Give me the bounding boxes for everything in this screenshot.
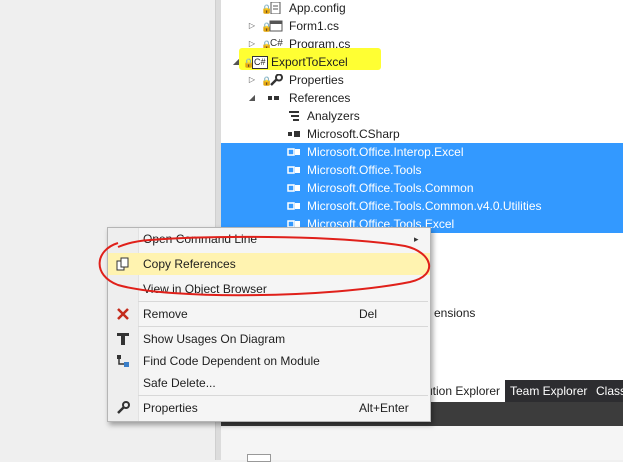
tree-item-label: ExportToExcel xyxy=(271,55,348,69)
context-menu: Open Command Line ▸ Copy References View… xyxy=(107,227,431,422)
tree-item-app-config[interactable]: 🔒 App.config xyxy=(221,0,623,17)
menu-separator xyxy=(138,395,428,396)
menu-item-find-code-dependent[interactable]: Find Code Dependent on Module xyxy=(108,350,430,372)
tree-item-office-tools-common[interactable]: Microsoft.Office.Tools.Common xyxy=(221,179,623,197)
tree-item-form1[interactable]: ▷ 🔒 Form1.cs xyxy=(221,17,623,35)
collapse-arrow-icon[interactable]: ◢ xyxy=(247,89,257,107)
tree-item-label: Properties xyxy=(289,73,344,87)
tree-item-properties[interactable]: ▷ 🔒 Properties xyxy=(221,71,623,89)
collapse-arrow-icon[interactable]: ◢ xyxy=(231,53,241,71)
tree-item-label: Microsoft.Office.Tools.Common.v4.0.Utili… xyxy=(307,199,542,213)
wrench-icon xyxy=(117,401,130,414)
assembly-icon xyxy=(287,202,300,210)
analyzer-icon xyxy=(289,111,299,121)
assembly-icon xyxy=(288,131,300,137)
menu-item-view-in-object-browser[interactable]: View in Object Browser xyxy=(108,278,430,300)
menu-item-properties[interactable]: Properties Alt+Enter xyxy=(108,397,430,419)
assembly-icon xyxy=(287,148,300,156)
menu-item-label: Open Command Line xyxy=(143,232,258,246)
menu-item-safe-delete[interactable]: Safe Delete... xyxy=(108,372,430,394)
menu-item-label: Find Code Dependent on Module xyxy=(143,354,320,368)
menu-item-shortcut: Alt+Enter xyxy=(359,401,409,415)
tree-item-office-interop-excel[interactable]: Microsoft.Office.Interop.Excel xyxy=(221,143,623,161)
csharp-project-icon: C# xyxy=(252,56,268,69)
partial-tree-label: ensions xyxy=(434,306,476,320)
expand-arrow-icon[interactable]: ▷ xyxy=(247,71,257,89)
menu-item-shortcut: Del xyxy=(359,307,378,321)
tree-item-label: Analyzers xyxy=(307,109,360,123)
properties-toolbar-button[interactable] xyxy=(247,454,271,462)
menu-item-remove[interactable]: Remove Del xyxy=(108,303,430,325)
dependency-icon xyxy=(117,355,129,367)
tree-item-export-to-excel[interactable]: ◢ 🔒 C# ExportToExcel xyxy=(221,48,623,71)
menu-item-label: View in Object Browser xyxy=(143,282,267,296)
menu-separator xyxy=(138,301,428,302)
expand-arrow-icon[interactable]: ▷ xyxy=(247,17,257,35)
submenu-arrow-icon: ▸ xyxy=(414,234,419,244)
tree-item-label: References xyxy=(289,91,351,105)
form-file-icon xyxy=(269,20,283,32)
wrench-icon xyxy=(270,74,283,86)
menu-item-label: Show Usages On Diagram xyxy=(143,332,286,346)
config-file-icon xyxy=(270,2,281,14)
tree-item-label: Form1.cs xyxy=(289,19,340,33)
tree-item-office-tools-common-utilities[interactable]: Microsoft.Office.Tools.Common.v4.0.Utili… xyxy=(221,197,623,215)
menu-item-label: Copy References xyxy=(143,257,236,271)
menu-item-label: Properties xyxy=(143,401,198,415)
properties-panel-body xyxy=(221,426,623,462)
menu-item-label: Safe Delete... xyxy=(143,376,216,390)
menu-item-label: Remove xyxy=(143,307,188,321)
tree-item-label: Microsoft.CSharp xyxy=(307,127,400,141)
tree-item-label: Microsoft.Office.Tools.Common xyxy=(307,181,474,195)
diagram-icon xyxy=(117,333,129,345)
menu-item-show-usages-on-diagram[interactable]: Show Usages On Diagram xyxy=(108,328,430,350)
references-icon xyxy=(268,96,279,100)
tree-item-label: App.config xyxy=(289,1,346,15)
remove-x-icon xyxy=(117,308,129,320)
tree-item-references[interactable]: ◢ References xyxy=(221,89,623,107)
tree-item-label: Microsoft.Office.Interop.Excel xyxy=(307,145,464,159)
tab-team-explorer[interactable]: Team Explorer xyxy=(505,380,592,402)
tree-item-office-tools[interactable]: Microsoft.Office.Tools xyxy=(221,161,623,179)
tree-item-analyzers[interactable]: Analyzers xyxy=(221,107,623,125)
tab-solution-explorer[interactable]: ution Explorer xyxy=(421,380,506,402)
menu-item-copy-references[interactable]: Copy References xyxy=(108,253,430,275)
menu-separator xyxy=(138,326,428,327)
tab-class-view[interactable]: Class xyxy=(591,380,623,402)
assembly-icon xyxy=(287,184,300,192)
menu-item-open-command-line[interactable]: Open Command Line ▸ xyxy=(108,228,430,250)
assembly-icon xyxy=(287,166,300,174)
copy-icon xyxy=(116,257,129,271)
tree-item-microsoft-csharp[interactable]: Microsoft.CSharp xyxy=(221,125,623,143)
tree-item-label: Microsoft.Office.Tools xyxy=(307,163,422,177)
